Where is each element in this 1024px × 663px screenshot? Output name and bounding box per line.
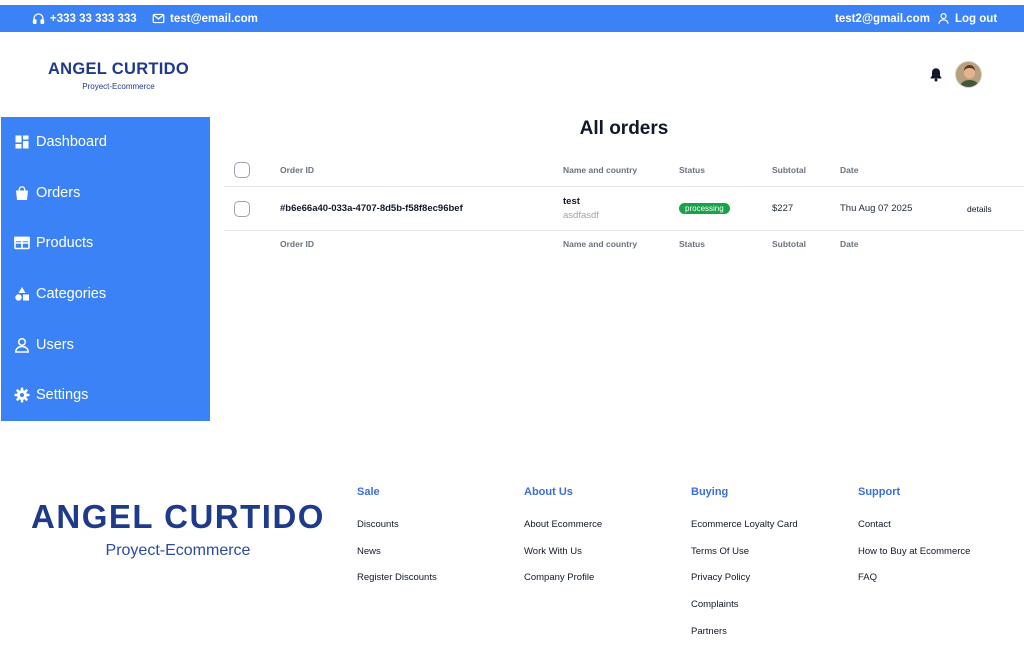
order-id: #b6e66a40-033a-4707-8d5b-f58f8ec96bef	[280, 203, 463, 214]
bag-icon	[16, 186, 28, 200]
page-title: All orders	[579, 118, 669, 139]
table-row[interactable]: #b6e66a40-033a-4707-8d5b-f58f8ec96bef te…	[224, 186, 1024, 231]
sidebar-item-users[interactable]: Users	[14, 334, 74, 356]
sidebar-item-label: Orders	[36, 185, 81, 201]
sidebar-item-dashboard[interactable]: Dashboard	[14, 131, 107, 153]
column-footer-date: Date	[840, 239, 859, 249]
avatar-image	[956, 62, 981, 87]
user-icon	[938, 13, 949, 24]
column-footer-order-id: Order ID	[280, 239, 315, 249]
footer-link[interactable]: Company Profile	[524, 572, 594, 583]
shapes-icon	[15, 287, 29, 301]
footer-link[interactable]: Partners	[691, 626, 727, 637]
customer-country: asdfasdf	[563, 210, 599, 221]
user-email: test2@gmail.com	[835, 5, 930, 32]
avatar[interactable]	[955, 61, 982, 88]
footer-column-title: Support	[858, 486, 901, 498]
footer-link[interactable]: How to Buy at Ecommerce	[858, 546, 970, 557]
table-header: Order ID Name and country Status Subtota…	[224, 158, 1024, 182]
sidebar-item-label: Dashboard	[36, 134, 107, 150]
details-link[interactable]: details	[967, 187, 992, 230]
table-footer: Order ID Name and country Status Subtota…	[224, 232, 1024, 256]
footer-link[interactable]: News	[357, 546, 381, 557]
footer-link[interactable]: Contact	[858, 519, 891, 530]
footer-link[interactable]: Complaints	[691, 599, 739, 610]
footer-link[interactable]: Terms Of Use	[691, 546, 749, 557]
footer-link[interactable]: FAQ	[858, 572, 877, 583]
column-header-date[interactable]: Date	[840, 158, 858, 182]
footer-link[interactable]: Register Discounts	[357, 572, 437, 583]
logout-label: Log out	[955, 12, 998, 25]
logout-button[interactable]: Log out	[937, 5, 997, 32]
select-all-checkbox[interactable]	[234, 162, 250, 178]
customer-name: test	[563, 196, 580, 207]
top-bar: +333 33 333 333 test@email.com test2@gma…	[0, 5, 1024, 32]
header-logo[interactable]: ANGEL CURTIDO Proyect-Ecommerce	[46, 60, 191, 91]
mail-icon	[152, 13, 165, 24]
email-contact[interactable]: test@email.com	[152, 5, 258, 32]
table-icon	[14, 236, 30, 250]
footer-link[interactable]: Work With Us	[524, 546, 582, 557]
brand-subtitle: Proyect-Ecommerce	[82, 82, 155, 91]
sidebar-item-label: Categories	[36, 286, 107, 302]
footer-column-about-us: About Us About Ecommerce Work With Us Co…	[524, 486, 602, 583]
order-subtotal: $227	[772, 203, 794, 214]
column-footer-status: Status	[679, 239, 705, 249]
column-header-subtotal[interactable]: Subtotal	[772, 158, 806, 182]
dashboard-icon	[15, 135, 29, 149]
sidebar-item-label: Settings	[36, 387, 89, 403]
brand-name: ANGEL CURTIDO	[47, 60, 190, 78]
footer-logo[interactable]: ANGEL CURTIDO Proyect-Ecommerce	[26, 498, 330, 560]
sidebar-item-categories[interactable]: Categories	[14, 283, 106, 305]
row-checkbox[interactable]	[234, 200, 250, 217]
sidebar-item-products[interactable]: Products	[14, 232, 93, 254]
footer-link[interactable]: Ecommerce Loyalty Card	[691, 519, 798, 530]
user-email-text: test2@gmail.com	[835, 12, 930, 25]
sidebar: Dashboard Orders Products Categories Use…	[1, 117, 210, 421]
footer-column-title: Buying	[691, 486, 729, 498]
footer-brand-subtitle: Proyect-Ecommerce	[105, 542, 251, 559]
column-footer-name-country: Name and country	[563, 239, 638, 249]
column-header-name-country[interactable]: Name and country	[563, 158, 637, 182]
footer-link[interactable]: Discounts	[357, 519, 399, 530]
status-badge: processing	[679, 203, 730, 214]
phone-number: +333 33 333 333	[50, 12, 137, 25]
sidebar-item-label: Users	[36, 337, 74, 353]
footer-column-buying: Buying Ecommerce Loyalty Card Terms Of U…	[691, 486, 798, 637]
headphones-icon	[32, 13, 45, 25]
footer-column-sale: Sale Discounts News Register Discounts	[357, 486, 437, 583]
column-header-status[interactable]: Status	[679, 158, 705, 182]
column-header-order-id[interactable]: Order ID	[280, 158, 314, 182]
footer-brand-name: ANGEL CURTIDO	[31, 498, 325, 535]
customer-info: test asdfasdf	[563, 187, 599, 230]
footer-column-title: Sale	[357, 486, 380, 498]
sidebar-item-settings[interactable]: Settings	[14, 384, 88, 406]
column-footer-subtotal: Subtotal	[772, 239, 806, 249]
footer-link[interactable]: About Ecommerce	[524, 519, 602, 530]
sidebar-item-label: Products	[36, 235, 94, 251]
contact-email: test@email.com	[170, 12, 258, 25]
user-icon	[15, 337, 29, 353]
phone-contact[interactable]: +333 33 333 333	[32, 5, 137, 32]
bell-icon[interactable]	[929, 67, 943, 82]
sidebar-item-orders[interactable]: Orders	[14, 182, 80, 204]
footer-column-title: About Us	[524, 486, 573, 498]
footer-link[interactable]: Privacy Policy	[691, 572, 750, 583]
order-date: Thu Aug 07 2025	[840, 203, 913, 214]
footer-column-support: Support Contact How to Buy at Ecommerce …	[858, 486, 970, 583]
gear-icon	[14, 387, 30, 403]
